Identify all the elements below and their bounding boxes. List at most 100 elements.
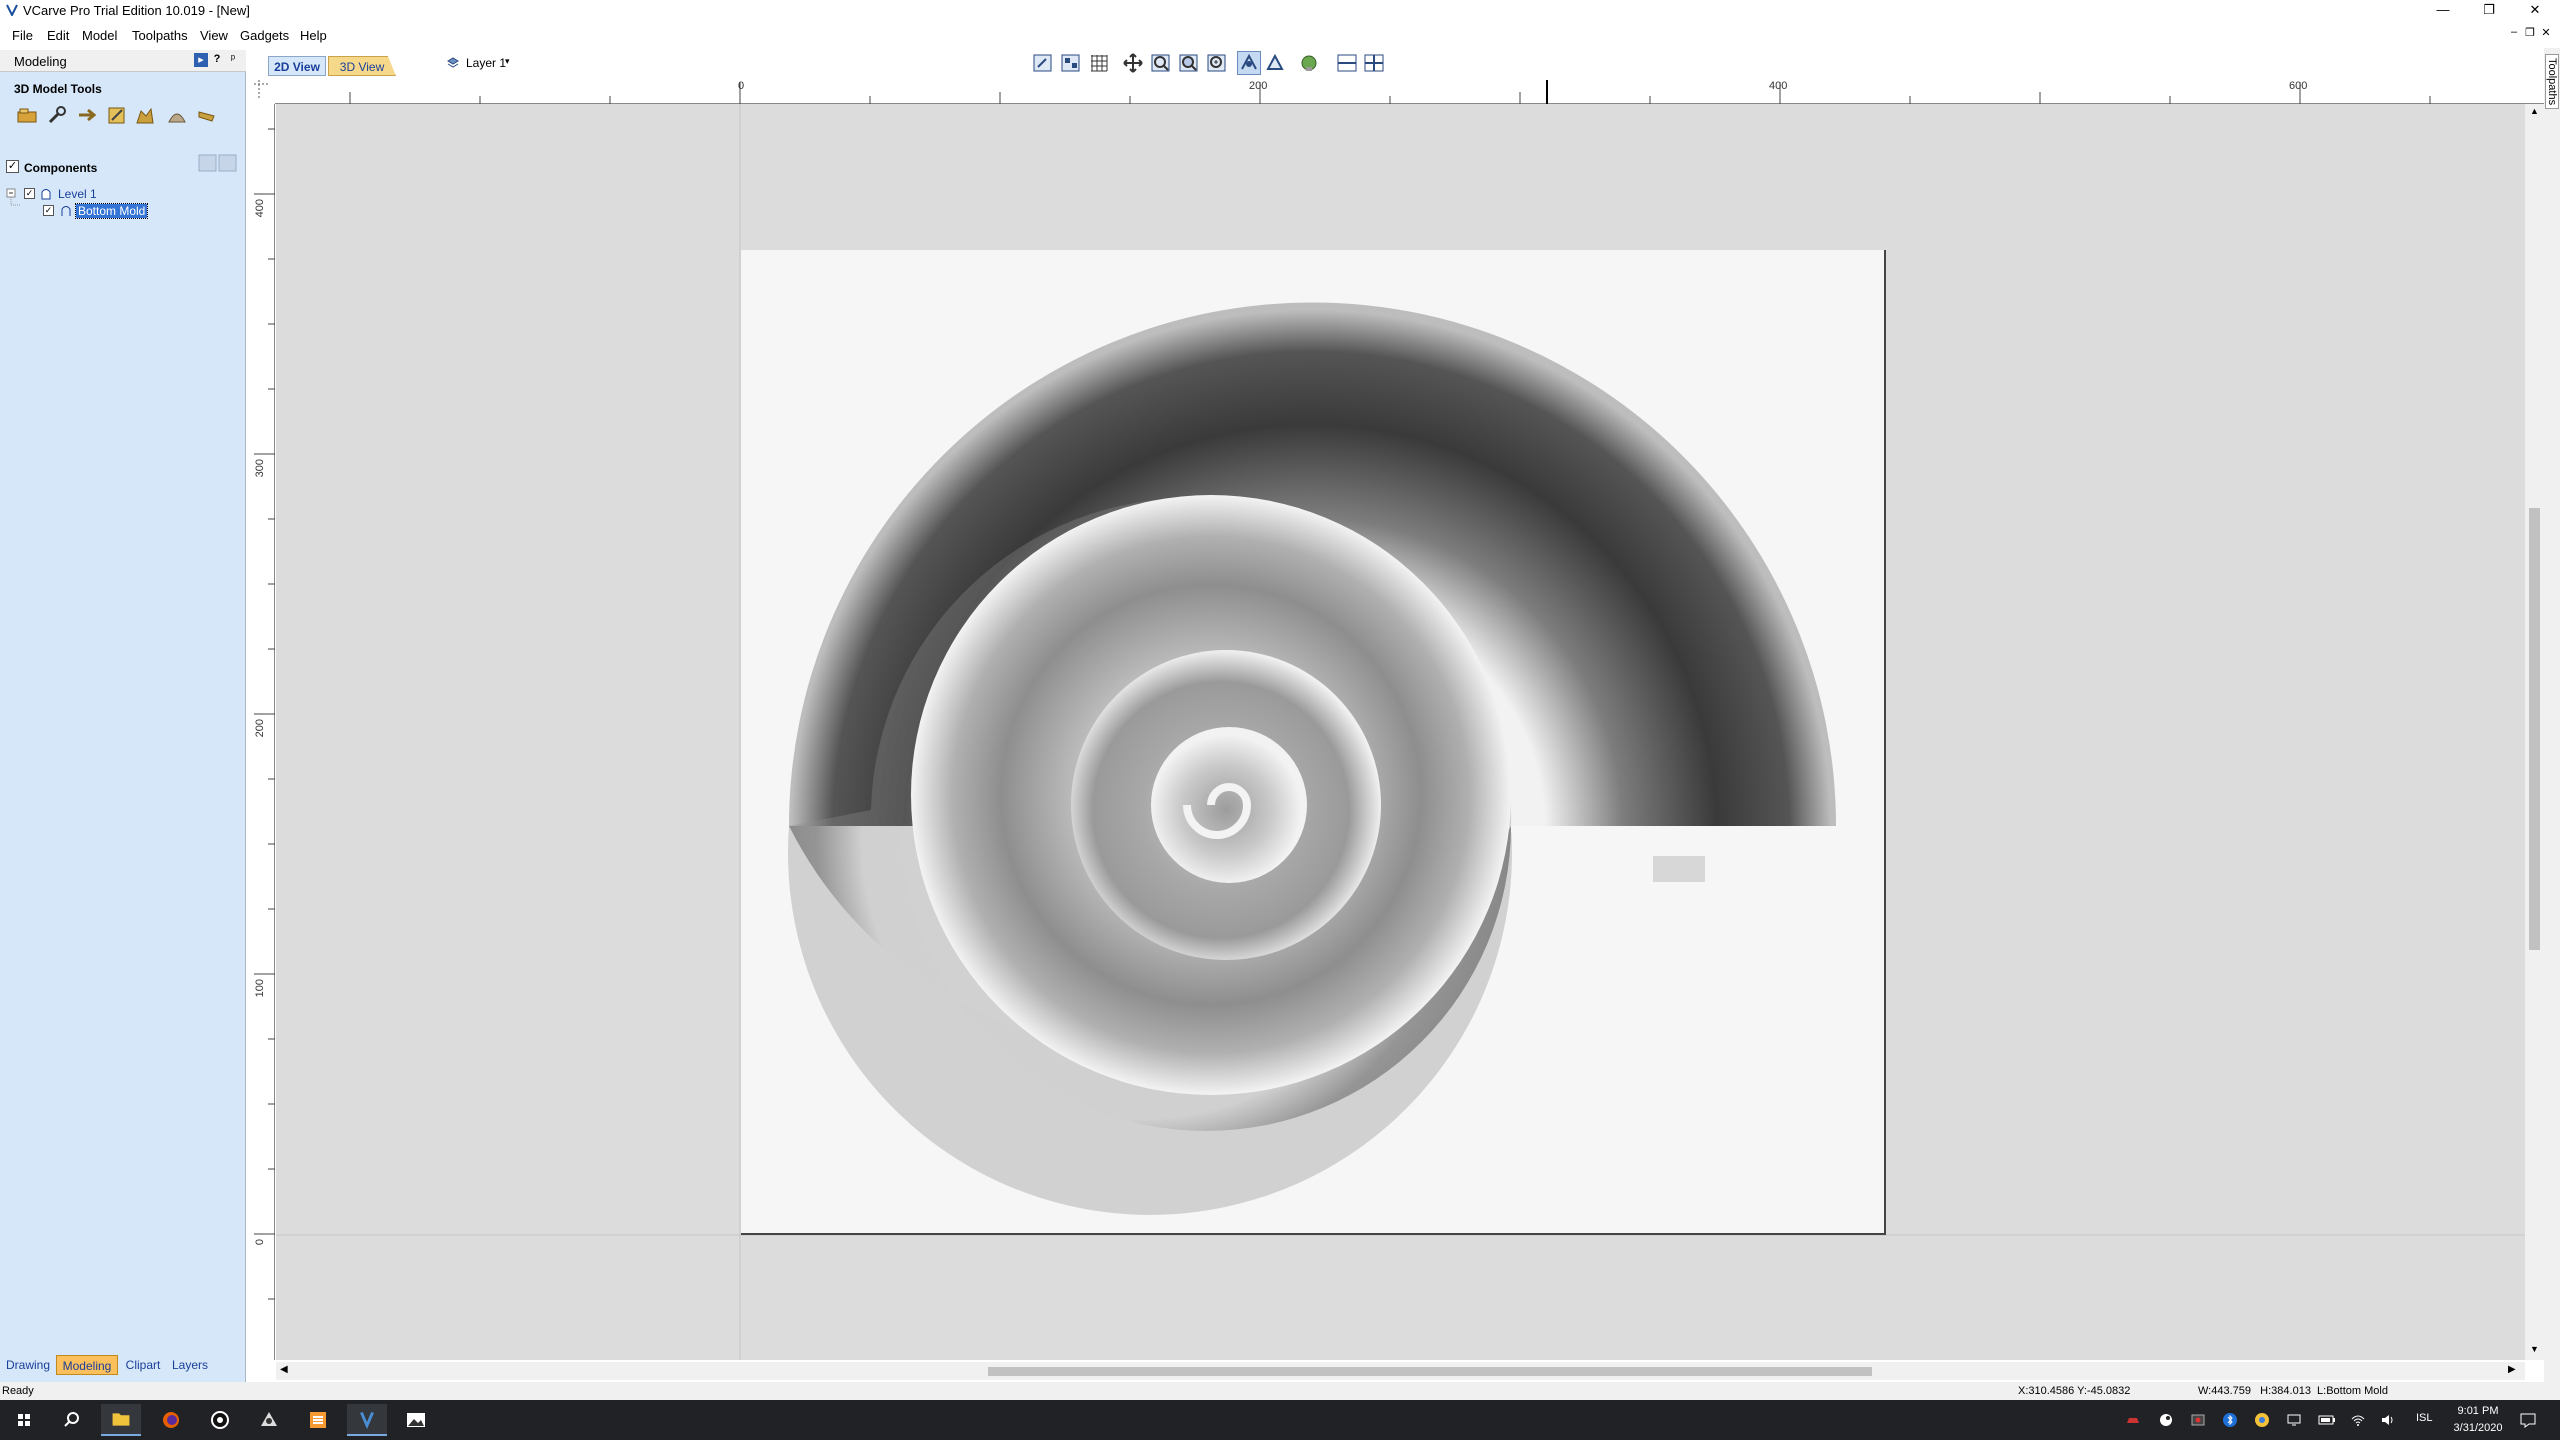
- mdi-close-button[interactable]: ✕: [2540, 26, 2552, 39]
- component-icon: [61, 206, 71, 216]
- tab-layers[interactable]: Layers: [168, 1355, 212, 1375]
- drawing-canvas[interactable]: [276, 104, 2525, 1360]
- tray-volume-icon[interactable]: [2380, 1412, 2396, 1428]
- split-view-icon[interactable]: [1336, 52, 1358, 74]
- panel-header: Modeling ▸ ? ᵖ: [0, 50, 246, 72]
- transform-icon[interactable]: [1264, 52, 1286, 74]
- grid-icon[interactable]: [1088, 52, 1110, 74]
- zoom-selected-icon[interactable]: [1206, 52, 1228, 74]
- menu-bar: File Edit Model Toolpaths View Gadgets H…: [0, 24, 2560, 46]
- search-icon[interactable]: [52, 1404, 92, 1436]
- vertical-scroll-thumb[interactable]: [2529, 508, 2540, 950]
- ruler-corner[interactable]: [250, 78, 275, 104]
- select-icon[interactable]: [1032, 52, 1054, 74]
- file-explorer-icon[interactable]: [101, 1404, 141, 1436]
- render-icon[interactable]: [1298, 52, 1320, 74]
- move-arrow-icon[interactable]: [76, 104, 98, 126]
- bottom-mold-checkbox[interactable]: ✓: [43, 205, 54, 216]
- sublime-icon[interactable]: [298, 1404, 338, 1436]
- chevron-down-icon[interactable]: ▾: [505, 56, 510, 67]
- scroll-down-icon[interactable]: ▼: [2530, 1344, 2539, 1354]
- inkscape-icon[interactable]: [249, 1404, 289, 1436]
- tab-clipart[interactable]: Clipart: [120, 1355, 166, 1375]
- modeling-panel: Modeling ▸ ? ᵖ 3D Model Tools ✓ Componen…: [0, 50, 246, 1382]
- menu-file[interactable]: File: [12, 28, 33, 43]
- tray-bluetooth-icon[interactable]: [2222, 1412, 2238, 1428]
- scroll-up-icon[interactable]: ▲: [2530, 106, 2539, 116]
- snap-icon[interactable]: [1237, 51, 1261, 75]
- shape-icon[interactable]: [134, 104, 156, 126]
- clock-time: 9:01 PM: [2457, 1405, 2499, 1417]
- close-button[interactable]: ✕: [2512, 0, 2558, 22]
- node-edit-icon[interactable]: [1060, 52, 1082, 74]
- level-1-checkbox[interactable]: ✓: [24, 188, 35, 199]
- tab-2d-view[interactable]: 2D View: [268, 56, 326, 76]
- dome-icon[interactable]: [166, 104, 188, 126]
- tray-steam-icon[interactable]: [2158, 1412, 2174, 1428]
- tools-section-title: 3D Model Tools: [14, 82, 102, 96]
- vcarve-icon[interactable]: [347, 1404, 387, 1436]
- tile-view-icon[interactable]: [1363, 52, 1385, 74]
- ruler-label-400: 400: [1769, 80, 1788, 92]
- toolpaths-side-strip: Toolpaths: [2544, 48, 2560, 1382]
- panel-bottom-tabs: Drawing Modeling Clipart Layers: [0, 1355, 246, 1377]
- toolpaths-tab[interactable]: Toolpaths: [2545, 54, 2559, 110]
- help-icon[interactable]: ?: [210, 53, 224, 67]
- zoom-box-icon[interactable]: [1150, 52, 1172, 74]
- ruler-label-600: 600: [2289, 80, 2308, 92]
- scroll-left-icon[interactable]: ◀: [280, 1364, 288, 1375]
- ruler-label-left-100: 100: [254, 979, 266, 998]
- restore-button[interactable]: ❐: [2466, 0, 2512, 22]
- horizontal-scroll-thumb[interactable]: [988, 1367, 1872, 1376]
- components-checkbox[interactable]: ✓: [6, 160, 19, 173]
- menu-view[interactable]: View: [200, 28, 228, 43]
- menu-edit[interactable]: Edit: [47, 28, 69, 43]
- pan-icon[interactable]: [1122, 52, 1144, 74]
- menu-gadgets[interactable]: Gadgets: [240, 28, 289, 43]
- start-icon[interactable]: [4, 1404, 44, 1436]
- keyboard-language[interactable]: ISL: [2416, 1412, 2433, 1424]
- tree-item-bottom-mold[interactable]: Bottom Mold: [74, 203, 149, 219]
- zoom-fit-icon[interactable]: [1178, 52, 1200, 74]
- status-bar: Ready X:310.4586 Y:-45.0832 W:443.759 H:…: [0, 1382, 2560, 1400]
- taskbar-clock[interactable]: 9:01 PM 3/31/2020: [2443, 1403, 2513, 1437]
- notification-icon[interactable]: [2518, 1410, 2538, 1430]
- ruler-label-left-0: 0: [254, 1239, 266, 1246]
- firefox-icon[interactable]: [151, 1404, 191, 1436]
- mdi-minimize-button[interactable]: –: [2508, 26, 2520, 38]
- scroll-right-icon[interactable]: ▶: [2508, 1364, 2516, 1375]
- menu-model[interactable]: Model: [82, 28, 117, 43]
- tray-network-icon[interactable]: [2125, 1412, 2141, 1428]
- tray-chrome-icon[interactable]: [2254, 1412, 2270, 1428]
- material-sheet[interactable]: [741, 250, 1886, 1235]
- vcarve-app-icon: [6, 4, 18, 16]
- obs-icon[interactable]: [200, 1404, 240, 1436]
- component-toolbar-icons[interactable]: [198, 154, 238, 172]
- chisel-icon[interactable]: [196, 104, 218, 126]
- mdi-restore-button[interactable]: ❐: [2524, 26, 2536, 39]
- edit-icon[interactable]: [106, 104, 128, 126]
- tab-drawing[interactable]: Drawing: [2, 1355, 54, 1375]
- tray-monitor-icon[interactable]: [2286, 1412, 2302, 1428]
- layer-select[interactable]: Layer 1: [466, 56, 506, 70]
- placeholder-rectangle[interactable]: [1653, 856, 1705, 882]
- pin-icon[interactable]: ᵖ: [226, 53, 240, 67]
- tab-3d-view[interactable]: 3D View: [328, 56, 396, 76]
- photos-icon[interactable]: [396, 1404, 436, 1436]
- menu-help[interactable]: Help: [300, 28, 327, 43]
- tray-wifi-icon[interactable]: [2350, 1412, 2366, 1428]
- ruler-label-left-400: 400: [254, 199, 266, 218]
- wrench-icon[interactable]: [46, 104, 68, 126]
- tray-battery-icon[interactable]: [2318, 1412, 2336, 1428]
- minimize-button[interactable]: —: [2420, 0, 2466, 22]
- menu-toolpaths[interactable]: Toolpaths: [132, 28, 188, 43]
- tree-item-level-1[interactable]: Level 1: [58, 187, 97, 201]
- spiral-mold-model[interactable]: [741, 250, 1886, 1235]
- panel-mode-icon[interactable]: ▸: [194, 53, 208, 67]
- horizontal-scrollbar[interactable]: ◀ ▶: [276, 1362, 2525, 1380]
- tab-modeling[interactable]: Modeling: [56, 1355, 118, 1375]
- create-component-icon[interactable]: [16, 104, 38, 126]
- tray-record-icon[interactable]: [2190, 1412, 2206, 1428]
- vertical-scrollbar[interactable]: ▲ ▼: [2525, 104, 2544, 1360]
- components-title: Components: [24, 161, 98, 175]
